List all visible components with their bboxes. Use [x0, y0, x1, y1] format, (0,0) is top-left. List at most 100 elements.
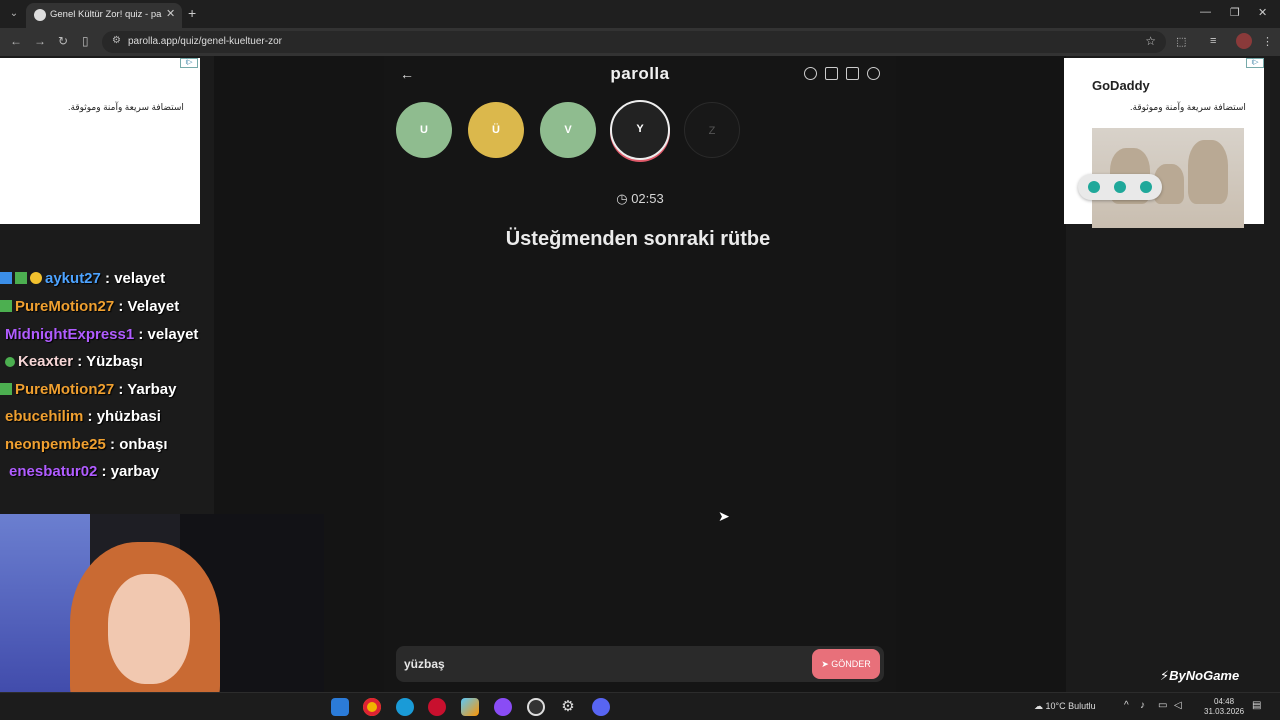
letter-circle: U: [396, 102, 452, 158]
chat-text: yarbay: [110, 463, 160, 480]
ad-icons-pill: [1078, 174, 1162, 200]
chat-username: ebucehilim: [5, 408, 84, 425]
chat-username: aykut27: [45, 270, 101, 287]
chat-text: Velayet: [127, 298, 180, 315]
discord-icon[interactable]: [592, 698, 610, 716]
left-ad[interactable]: استضافة سريعة وآمنة وموثوقة.: [0, 58, 200, 224]
opera-icon[interactable]: [428, 698, 446, 716]
streamer-face: [108, 574, 190, 684]
answer-bar: ➤ GÖNDER: [396, 646, 884, 682]
badge-icon: [30, 272, 42, 284]
cloud-icon: [1140, 181, 1152, 193]
chat-text: Yarbay: [127, 381, 177, 398]
tab-title: Genel Kültür Zor! quiz - parolla: [50, 9, 162, 20]
notifications-icon[interactable]: ▤: [1252, 700, 1261, 711]
chat-username: neonpembe25: [5, 436, 106, 453]
weather-text: 10°C Bulutlu: [1045, 701, 1096, 711]
badge-icon: [0, 272, 12, 284]
user-profile-icon[interactable]: [867, 67, 880, 80]
chat-username: PureMotion27: [15, 381, 115, 398]
brand-logo: parolla: [610, 64, 670, 83]
reload-icon[interactable]: ↻: [58, 34, 68, 48]
verified-icon: [5, 357, 15, 367]
tab-search-icon[interactable]: ⌄: [6, 6, 22, 22]
browser-toolbar: ← → ↻ ▯ ⚙ parolla.app/quiz/genel-kueltue…: [0, 28, 1280, 56]
address-bar[interactable]: ⚙ parolla.app/quiz/genel-kueltuer-zor ☆: [102, 31, 1166, 53]
forward-icon[interactable]: →: [34, 34, 46, 48]
chrome-icon[interactable]: [363, 698, 381, 716]
webcam-overlay: [0, 514, 324, 720]
speaker-icon[interactable]: ◁: [1174, 700, 1182, 711]
copilot-icon[interactable]: [461, 698, 479, 716]
godaddy-logo: GoDaddy: [1092, 78, 1150, 93]
chat-message: enesbatur02 : yarbay: [9, 463, 160, 480]
twitch-icon[interactable]: [494, 698, 512, 716]
extensions-icon[interactable]: ⬚: [1176, 35, 1186, 48]
chat-message: aykut27 : velayet: [0, 270, 165, 294]
file-explorer-icon[interactable]: [331, 698, 349, 716]
menu-kebab-icon[interactable]: ⋮: [1262, 35, 1273, 48]
clock[interactable]: 04:48 31.03.2026: [1204, 697, 1244, 717]
settings-gear-icon[interactable]: ⚙: [559, 698, 577, 716]
maximize-icon[interactable]: ❐: [1230, 6, 1240, 19]
timer-value: 02:53: [631, 191, 664, 206]
ad-choices-icon-right[interactable]: i▷: [1246, 58, 1264, 68]
url-text: parolla.app/quiz/genel-kueltuer-zor: [128, 36, 282, 47]
clock-time: 04:48: [1214, 697, 1235, 706]
chat-text: Yüzbaşı: [86, 353, 143, 370]
edge-icon[interactable]: [396, 698, 414, 716]
chat-username: Keaxter: [18, 353, 74, 370]
obs-icon[interactable]: [527, 698, 545, 716]
right-ad-text: استضافة سريعة وآمنة وموثوقة.: [1130, 102, 1246, 112]
bolt-icon: [1114, 181, 1126, 193]
site-info-icon[interactable]: ⚙: [112, 35, 121, 46]
split-view-icon[interactable]: ▯: [82, 34, 89, 48]
chat-username: enesbatur02: [9, 463, 98, 480]
timer: ◷ 02:53: [384, 191, 896, 207]
chat-text: yhüzbasi: [96, 408, 161, 425]
right-ad-column: GoDaddy استضافة سريعة وآمنة وموثوقة. i▷: [1064, 56, 1280, 692]
chat-message: MidnightExpress1 : velayet: [5, 326, 199, 343]
browser-tab-bar: ⌄ Genel Kültür Zor! quiz - parolla ✕ + —…: [0, 0, 1280, 28]
tray-chevron-icon[interactable]: ^: [1124, 700, 1129, 711]
favicon-icon: [34, 9, 46, 21]
feedback-icon[interactable]: [846, 67, 859, 80]
channel-watermark: ⚡ByNoGame: [1160, 668, 1240, 683]
leaderboard-icon[interactable]: [825, 67, 838, 80]
profile-avatar[interactable]: [1236, 33, 1252, 49]
os-taskbar: ⚙ ☁ 10°C Bulutlu ^ ♪ ▭ ◁ 04:48 31.03.202…: [0, 692, 1280, 720]
right-ad[interactable]: GoDaddy استضافة سريعة وآمنة وموثوقة.: [1064, 58, 1264, 228]
weather-widget[interactable]: ☁ 10°C Bulutlu: [1034, 701, 1096, 712]
badge-icon: [0, 300, 12, 312]
chat-message: Keaxter : Yüzbaşı: [0, 353, 143, 377]
chat-message: PureMotion27 : Yarbay: [0, 381, 176, 405]
bookmark-star-icon[interactable]: ☆: [1145, 34, 1156, 48]
letter-circle: V: [540, 102, 596, 158]
microphone-icon[interactable]: ♪: [1140, 700, 1145, 711]
close-window-icon[interactable]: ✕: [1258, 6, 1267, 19]
send-icon: ➤: [821, 659, 829, 669]
close-tab-icon[interactable]: ✕: [166, 7, 175, 20]
minimize-icon[interactable]: —: [1200, 6, 1211, 18]
answer-input[interactable]: [404, 654, 784, 674]
network-icon[interactable]: ▭: [1158, 700, 1167, 711]
reading-list-icon[interactable]: ≡: [1210, 35, 1216, 47]
shield-icon: [1088, 181, 1100, 193]
chat-message: neonpembe25 : onbaşı: [5, 436, 168, 453]
chat-username: MidnightExpress1: [5, 326, 135, 343]
quiz-main: ← parolla U Ü V Y Z ◷ 02:53 Üsteğmenden …: [384, 56, 896, 692]
badge-icon: [15, 272, 27, 284]
browser-tab[interactable]: Genel Kültür Zor! quiz - parolla ✕: [26, 3, 182, 28]
send-button[interactable]: ➤ GÖNDER: [812, 649, 880, 679]
info-icon[interactable]: [804, 67, 817, 80]
watermark-text: ByNoGame: [1169, 668, 1240, 683]
new-tab-icon[interactable]: +: [188, 5, 196, 21]
chat-text: velayet: [147, 326, 199, 343]
chat-text: velayet: [114, 270, 166, 287]
letter-circle: Z: [684, 102, 740, 158]
back-icon[interactable]: ←: [10, 34, 22, 48]
badge-icon: [0, 383, 12, 395]
question-text: Üsteğmenden sonraki rütbe: [505, 228, 771, 250]
ad-choices-icon[interactable]: i▷: [180, 58, 198, 68]
chat-text: onbaşı: [119, 436, 168, 453]
